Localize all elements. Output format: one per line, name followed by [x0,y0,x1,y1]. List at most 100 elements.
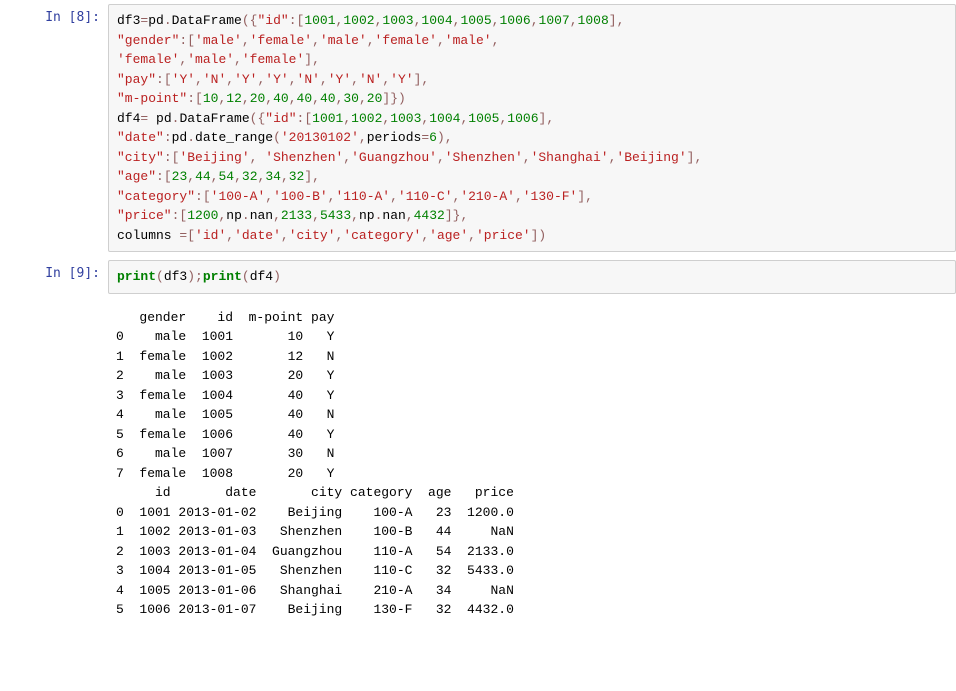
tok-num: 1003 [382,13,413,28]
tok-op: ) [187,269,195,284]
tok-op: , [468,228,476,243]
tok-op: ) [398,91,406,106]
tok-str: "m-point" [117,91,187,106]
tok-op: , [351,208,359,223]
tok-str: 'id' [195,228,226,243]
tok-str: 'female' [117,52,179,67]
tok-str: "price" [117,208,172,223]
tok-str: 'date' [234,228,281,243]
tok-op: , [421,228,429,243]
tok-num: 1007 [539,13,570,28]
tok-op: , [312,169,320,184]
tok-op: ] [304,169,312,184]
tok-name: DataFrame [179,111,249,126]
tok-op: ) [273,269,281,284]
tok-op: : [164,150,172,165]
tok-op: ; [195,269,203,284]
output-cell-9: gender id m-point pay 0 male 1001 10 Y 1… [0,298,956,630]
code-input-9[interactable]: print(df3);print(df4) [108,260,956,294]
tok-name: date_range [195,130,273,145]
tok-op: : [156,169,164,184]
tok-num: 2133 [281,208,312,223]
tok-op: , [523,150,531,165]
tok-op: , [273,208,281,223]
tok-op: , [382,72,390,87]
tok-builtin: print [117,269,156,284]
tok-op: , [242,91,250,106]
tok-op: ] [304,52,312,67]
tok-op: , [281,228,289,243]
code-cell-8: In [8]: df3=pd.DataFrame({"id":[1001,100… [0,0,956,256]
tok-str: "date" [117,130,164,145]
tok-str: 'age' [429,228,468,243]
tok-op: , [195,72,203,87]
tok-str: "city" [117,150,164,165]
tok-op: , [351,72,359,87]
tok-num: 5433 [320,208,351,223]
tok-op: [ [195,91,203,106]
tok-op: , [421,72,429,87]
tok-num: 12 [226,91,242,106]
tok-op: = [421,130,429,145]
tok-str: 'Y' [390,72,413,87]
tok-str: 'N' [297,72,320,87]
tok-str: 'male' [320,33,367,48]
tok-op: , [187,169,195,184]
tok-op: [ [304,111,312,126]
code-input-8[interactable]: df3=pd.DataFrame({"id":[1001,1002,1003,1… [108,4,956,252]
tok-num: 34 [265,169,281,184]
tok-str: 'Y' [265,72,288,87]
tok-op: , [320,72,328,87]
tok-op: : [187,91,195,106]
tok-op: . [164,13,172,28]
tok-op: , [312,52,320,67]
tok-op: , [281,169,289,184]
tok-op: : [164,130,172,145]
tok-op: , [265,91,273,106]
tok-name: df3 [117,13,140,28]
tok-str: 'Guangzhou' [351,150,437,165]
tok-op: , [531,13,539,28]
tok-op: , [445,130,453,145]
tok-op: ( [242,269,250,284]
tok-name: pd [148,13,164,28]
tok-num: 30 [343,91,359,106]
tok-op: ) [437,130,445,145]
tok-num: 1004 [429,111,460,126]
tok-num: 6 [429,130,437,145]
tok-str: "category" [117,189,195,204]
tok-op: , [265,189,273,204]
tok-name: columns [117,228,172,243]
tok-name: df4 [117,111,140,126]
tok-op: , [492,33,500,48]
tok-str: 'Shenzhen' [445,150,523,165]
tok-num: 32 [242,169,258,184]
tok-num: 1001 [304,13,335,28]
tok-str: 'N' [203,72,226,87]
tok-str: 'city' [289,228,336,243]
tok-op: , [312,91,320,106]
tok-op: , [406,208,414,223]
tok-num: 40 [273,91,289,106]
tok-name: df3 [164,269,187,284]
tok-name: DataFrame [172,13,242,28]
tok-name: periods [367,130,422,145]
tok-str: '110-A' [335,189,390,204]
tok-str: 'price' [476,228,531,243]
tok-num: 32 [289,169,305,184]
input-prompt-8: In [8]: [10,4,108,252]
tok-num: 1005 [460,13,491,28]
tok-name: nan [382,208,405,223]
tok-num: 1002 [351,111,382,126]
tok-str: 'Shenzhen' [265,150,343,165]
tok-op: , [343,150,351,165]
tok-op: , [460,208,468,223]
tok-num: 1001 [312,111,343,126]
tok-op: , [585,189,593,204]
tok-str: '100-B' [273,189,328,204]
tok-str: 'female' [375,33,437,48]
tok-op: , [226,72,234,87]
tok-op: ( [156,269,164,284]
tok-op: , [289,91,297,106]
tok-op: [ [187,228,195,243]
